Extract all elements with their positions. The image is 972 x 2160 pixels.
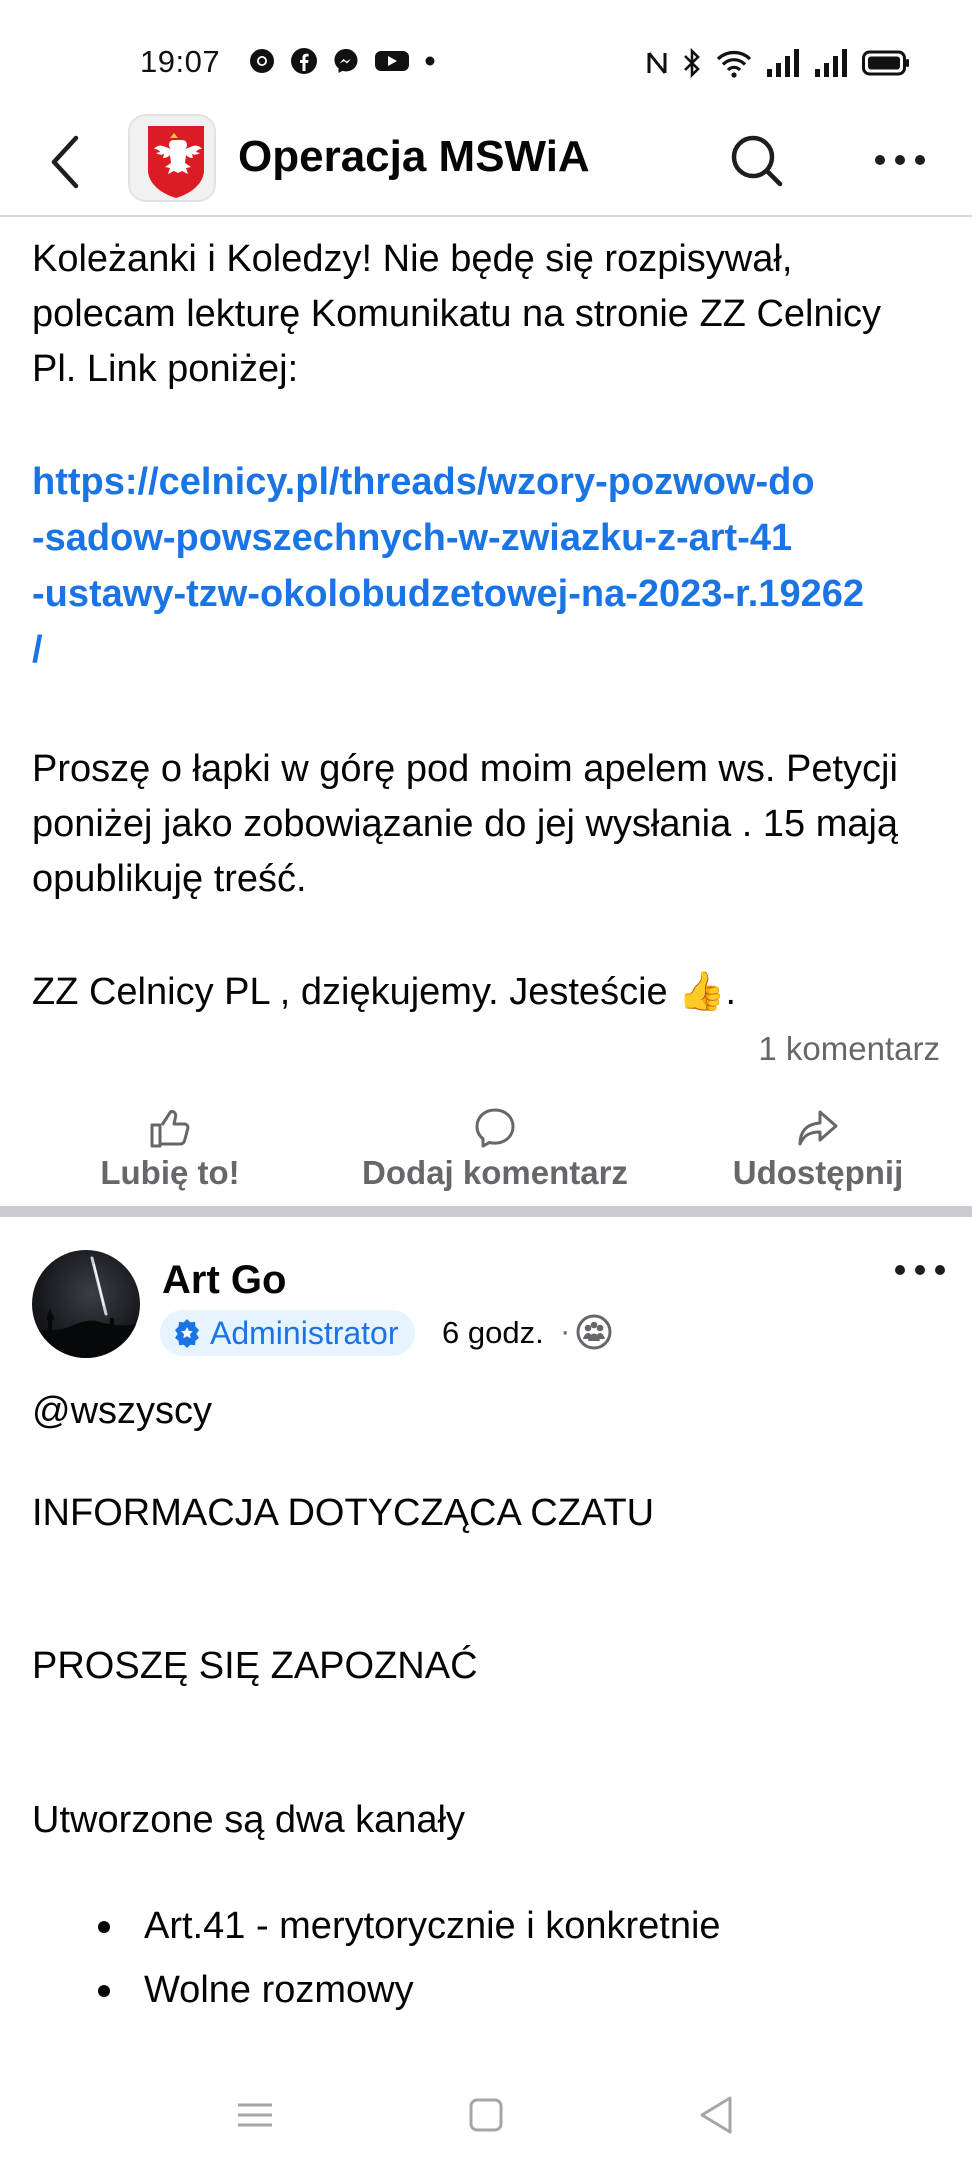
admin-badge: Administrator (160, 1310, 415, 1356)
chevron-left-icon (51, 135, 79, 189)
nfc-icon (647, 52, 667, 74)
bluetooth-icon (684, 48, 700, 78)
more-horizontal-icon (895, 1265, 945, 1275)
avatar-night-sky-image (32, 1256, 140, 1358)
comment-label: Dodaj komentarz (362, 1154, 628, 1191)
polish-eagle-emblem-icon (130, 116, 214, 200)
author-avatar[interactable] (32, 1250, 140, 1358)
group-title[interactable]: Operacja MSWiA (238, 132, 590, 182)
more-notifications-dot (425, 56, 435, 66)
signal-icon (767, 49, 799, 77)
share-button[interactable]: Udostępnij (728, 1100, 908, 1200)
post-paragraph-3: ZZ Celnicy PL , dziękujemy. Jesteście 👍. (32, 965, 962, 1020)
post-paragraph-1: Koleżanki i Koledzy! Nie będę się rozpis… (32, 238, 882, 390)
signal-icon-2 (815, 49, 847, 77)
post-heading: INFORMACJA DOTYCZĄCA CZATU (32, 1492, 655, 1534)
menu-icon (238, 2103, 272, 2127)
chrome-icon (250, 49, 274, 73)
search-icon (731, 135, 783, 187)
comment-bubble-icon (475, 1108, 515, 1148)
youtube-icon (375, 51, 409, 71)
search-button[interactable] (726, 130, 786, 190)
share-label: Udostępnij (732, 1154, 904, 1191)
facebook-icon (291, 48, 317, 74)
post-link[interactable]: https://celnicy.pl/threads/wzory-pozwow-… (32, 454, 972, 678)
post-intro: Utworzone są dwa kanały (32, 1799, 465, 1841)
post-actions: Lubię to! Dodaj komentarz Udostępnij (0, 1100, 972, 1200)
post-paragraph-3-end: . (725, 971, 737, 1013)
thumbs-up-icon (150, 1110, 190, 1148)
share-arrow-icon (798, 1110, 838, 1146)
recents-button[interactable] (230, 2090, 280, 2140)
author-name[interactable]: Art Go (162, 1258, 286, 1303)
more-options-button[interactable] (870, 140, 930, 180)
more-horizontal-icon (875, 155, 925, 165)
list-item: Art.41 - merytorycznie i konkretnie (32, 1894, 932, 1958)
back-button[interactable] (40, 132, 90, 192)
battery-icon (862, 50, 909, 76)
comment-button[interactable]: Dodaj komentarz (350, 1100, 640, 1200)
system-status-icons (646, 48, 910, 78)
post-link-line[interactable]: https://celnicy.pl/threads/wzory-pozwow-… (32, 454, 972, 510)
admin-shield-star-icon (175, 1319, 199, 1348)
post-timestamp[interactable]: 6 godz. (442, 1315, 544, 1351)
status-time: 19:07 (140, 44, 221, 79)
group-avatar[interactable] (128, 114, 216, 202)
post-link-line[interactable]: -sadow-powszechnych-w-zwiazku-z-art-41 (32, 510, 972, 566)
comment-count[interactable]: 1 komentarz (758, 1030, 940, 1068)
post-link-line[interactable]: -ustawy-tzw-okolobudzetowej-na-2023-r.19… (32, 566, 972, 622)
like-label: Lubię to! (100, 1154, 240, 1191)
nav-back-button[interactable] (692, 2090, 742, 2140)
back-triangle-icon (700, 2096, 732, 2134)
wifi-icon (716, 51, 752, 78)
home-square-icon (469, 2098, 503, 2132)
home-button[interactable] (461, 2090, 511, 2140)
system-navigation-bar (0, 2070, 972, 2160)
status-bar: 19:07 (0, 0, 972, 110)
list-item: Wolne rozmowy (32, 1958, 932, 2022)
notification-icons (248, 47, 436, 75)
admin-badge-label: Administrator (210, 1314, 399, 1351)
channel-list: Art.41 - merytorycznie i konkretnie Woln… (32, 1894, 932, 2022)
thumbs-up-emoji: 👍 (678, 971, 726, 1013)
group-header: Operacja MSWiA (0, 110, 972, 217)
like-button[interactable]: Lubię to! (90, 1100, 250, 1200)
mention-all[interactable]: @wszyscy (32, 1386, 212, 1436)
post-separator (0, 1206, 972, 1217)
group-audience-icon (576, 1314, 612, 1350)
post-paragraph-2: Proszę o łapki w górę pod moim apelem ws… (32, 748, 899, 900)
post-paragraph-3-text: ZZ Celnicy PL , dziękujemy. Jesteście (32, 971, 668, 1013)
post-link-line[interactable]: / (32, 622, 972, 678)
meta-separator: · (560, 1313, 571, 1348)
post-request: PROSZĘ SIĘ ZAPOZNAĆ (32, 1645, 478, 1687)
messenger-icon (334, 49, 358, 73)
post-options-button[interactable] (890, 1250, 950, 1290)
